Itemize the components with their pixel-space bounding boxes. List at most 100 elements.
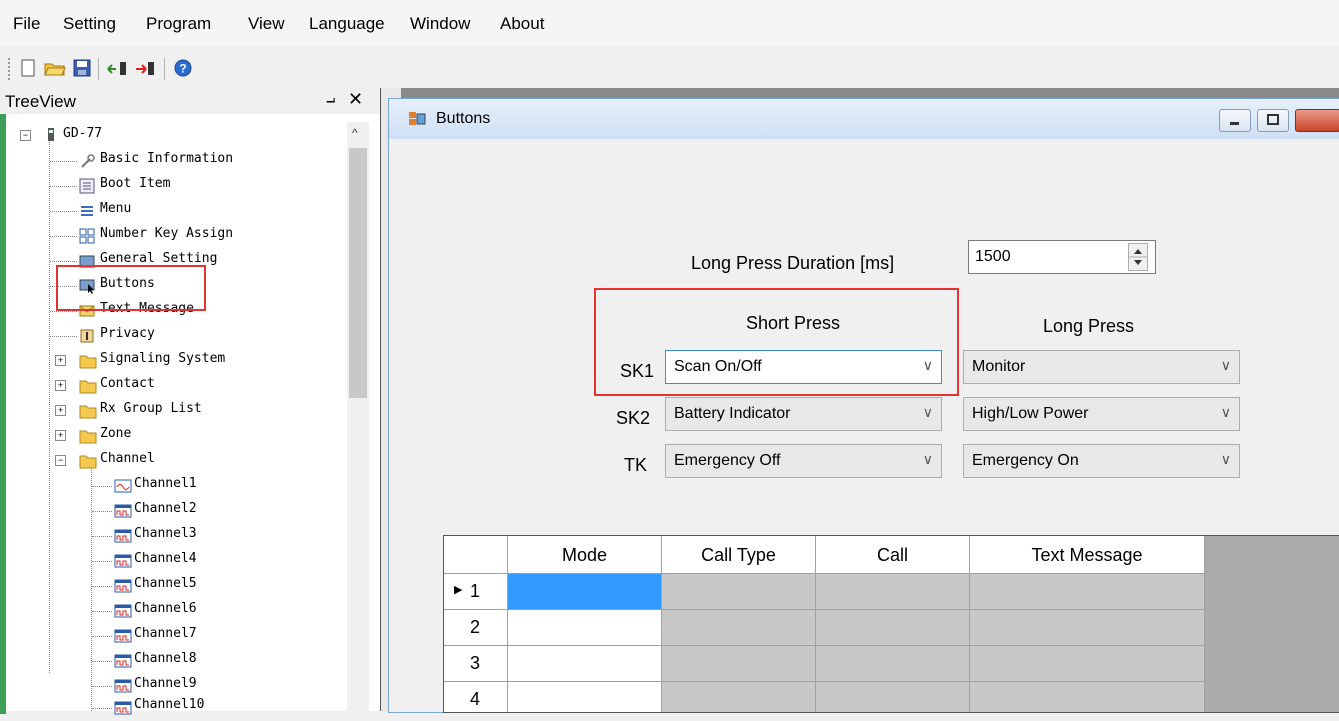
new-icon[interactable] <box>18 58 38 78</box>
grid-cell-text-message[interactable] <box>970 646 1205 682</box>
privacy-icon <box>79 328 95 343</box>
grid-cell-call[interactable] <box>816 646 970 682</box>
pin-icon[interactable]: ⨼ <box>326 90 335 108</box>
tk-short-press-select[interactable]: Emergency Off ∨ <box>665 444 942 478</box>
read-icon[interactable] <box>106 58 126 78</box>
sk2-long-press-select[interactable]: High/Low Power ∨ <box>963 397 1240 431</box>
grid-cell-call-type[interactable] <box>662 682 816 712</box>
menu-view[interactable]: View <box>248 14 285 34</box>
chevron-down-icon: ∨ <box>1220 357 1231 373</box>
tree-item-signaling-system[interactable]: Signaling System <box>100 351 225 366</box>
menu-about[interactable]: About <box>500 14 544 34</box>
long-press-duration-label: Long Press Duration [ms] <box>691 253 895 273</box>
tree-item-menu[interactable]: Menu <box>100 201 131 216</box>
grid-cell-mode[interactable] <box>508 682 662 712</box>
row-number: 1 <box>470 581 481 601</box>
expand-icon[interactable]: + <box>55 355 66 366</box>
tree-item-channel8[interactable]: Channel8 <box>134 651 197 666</box>
write-icon[interactable] <box>134 58 154 78</box>
menu-setting[interactable]: Setting <box>63 14 116 34</box>
grid-cell-text-message[interactable] <box>970 574 1205 610</box>
wrench-icon <box>79 153 95 168</box>
grid-cell-call[interactable] <box>816 610 970 646</box>
tree-item-channel10[interactable]: Channel10 <box>134 697 204 712</box>
row-header[interactable]: 3 <box>444 646 508 682</box>
grid-cell-mode[interactable] <box>508 610 662 646</box>
tree-item-channel7[interactable]: Channel7 <box>134 626 197 641</box>
tree-item-channel9[interactable]: Channel9 <box>134 676 197 691</box>
menu-icon <box>79 203 95 217</box>
window-title: Buttons <box>436 110 491 127</box>
help-icon[interactable]: ? <box>173 58 193 78</box>
close-button[interactable] <box>1295 109 1339 132</box>
toolbar-separator <box>164 58 165 80</box>
close-icon[interactable]: ✕ <box>348 89 363 110</box>
tree-item-channel5[interactable]: Channel5 <box>134 576 197 591</box>
grid-cell-mode[interactable] <box>508 574 662 610</box>
menu-file[interactable]: File <box>13 14 40 34</box>
column-header-mode[interactable]: Mode <box>508 536 662 574</box>
channel-digital-icon <box>114 628 132 643</box>
channel-digital-icon <box>114 678 132 693</box>
menu-window[interactable]: Window <box>410 14 470 34</box>
tree-item-general-setting[interactable]: General Setting <box>100 251 217 266</box>
collapse-icon[interactable]: − <box>20 130 31 141</box>
menu-program[interactable]: Program <box>146 14 211 34</box>
open-icon[interactable] <box>44 58 66 78</box>
expand-icon[interactable]: + <box>55 405 66 416</box>
tk-label: TK <box>624 455 648 475</box>
tree-item-number-key-assign[interactable]: Number Key Assign <box>100 226 233 241</box>
sk2-short-value: Battery Indicator <box>674 405 791 422</box>
tk-long-value: Emergency On <box>972 452 1079 469</box>
scroll-up-icon[interactable]: ^ <box>352 126 358 140</box>
sk1-long-press-select[interactable]: Monitor ∨ <box>963 350 1240 384</box>
grid-cell-mode[interactable] <box>508 646 662 682</box>
tree-item-channel6[interactable]: Channel6 <box>134 601 197 616</box>
row-number: 3 <box>470 653 481 673</box>
grid-cell-call[interactable] <box>816 682 970 712</box>
row-header[interactable]: ▶ 1 <box>444 574 508 610</box>
minimize-button[interactable] <box>1219 109 1251 132</box>
grid-cell-call-type[interactable] <box>662 646 816 682</box>
grid-cell-call-type[interactable] <box>662 610 816 646</box>
grid-cell-text-message[interactable] <box>970 682 1205 712</box>
tree-item-boot-item[interactable]: Boot Item <box>100 176 170 191</box>
tree-item-channel2[interactable]: Channel2 <box>134 501 197 516</box>
column-header-call[interactable]: Call <box>816 536 970 574</box>
save-icon[interactable] <box>72 58 92 78</box>
expand-icon[interactable]: + <box>55 380 66 391</box>
tk-long-press-select[interactable]: Emergency On ∨ <box>963 444 1240 478</box>
chevron-down-icon: ∨ <box>922 357 933 373</box>
tree-item-zone[interactable]: Zone <box>100 426 131 441</box>
tree-item-contact[interactable]: Contact <box>100 376 155 391</box>
tree-item-channel4[interactable]: Channel4 <box>134 551 197 566</box>
grid-cell-call-type[interactable] <box>662 574 816 610</box>
duration-spinner[interactable] <box>1128 243 1148 271</box>
column-header-text-message[interactable]: Text Message <box>970 536 1205 574</box>
tree-item-channel3[interactable]: Channel3 <box>134 526 197 541</box>
tree-item-rx-group-list[interactable]: Rx Group List <box>100 401 202 416</box>
collapse-icon[interactable]: − <box>55 455 66 466</box>
column-header-call-type[interactable]: Call Type <box>662 536 816 574</box>
row-header[interactable]: 4 <box>444 682 508 712</box>
sk2-short-press-select[interactable]: Battery Indicator ∨ <box>665 397 942 431</box>
tree-item-channel[interactable]: Channel <box>100 451 155 466</box>
tree-item-basic-information[interactable]: Basic Information <box>100 151 233 166</box>
maximize-button[interactable] <box>1257 109 1289 132</box>
tree-item-gd77[interactable]: GD-77 <box>63 126 102 141</box>
tree-item-privacy[interactable]: Privacy <box>100 326 155 341</box>
expand-icon[interactable]: + <box>55 430 66 441</box>
grid-cell-call[interactable] <box>816 574 970 610</box>
sk2-label: SK2 <box>616 408 651 428</box>
treeview-scroll-thumb[interactable] <box>349 148 367 398</box>
long-press-duration-value: 1500 <box>975 248 1011 265</box>
sk1-short-press-select[interactable]: Scan On/Off ∨ <box>665 350 942 384</box>
channel-digital-icon <box>114 578 132 593</box>
treeview-accent-bar <box>0 114 6 714</box>
menu-language[interactable]: Language <box>309 14 385 34</box>
row-header[interactable]: 2 <box>444 610 508 646</box>
grid-cell-text-message[interactable] <box>970 610 1205 646</box>
sk2-long-value: High/Low Power <box>972 405 1089 422</box>
channel-digital-icon <box>114 503 132 518</box>
tree-item-channel1[interactable]: Channel1 <box>134 476 197 491</box>
